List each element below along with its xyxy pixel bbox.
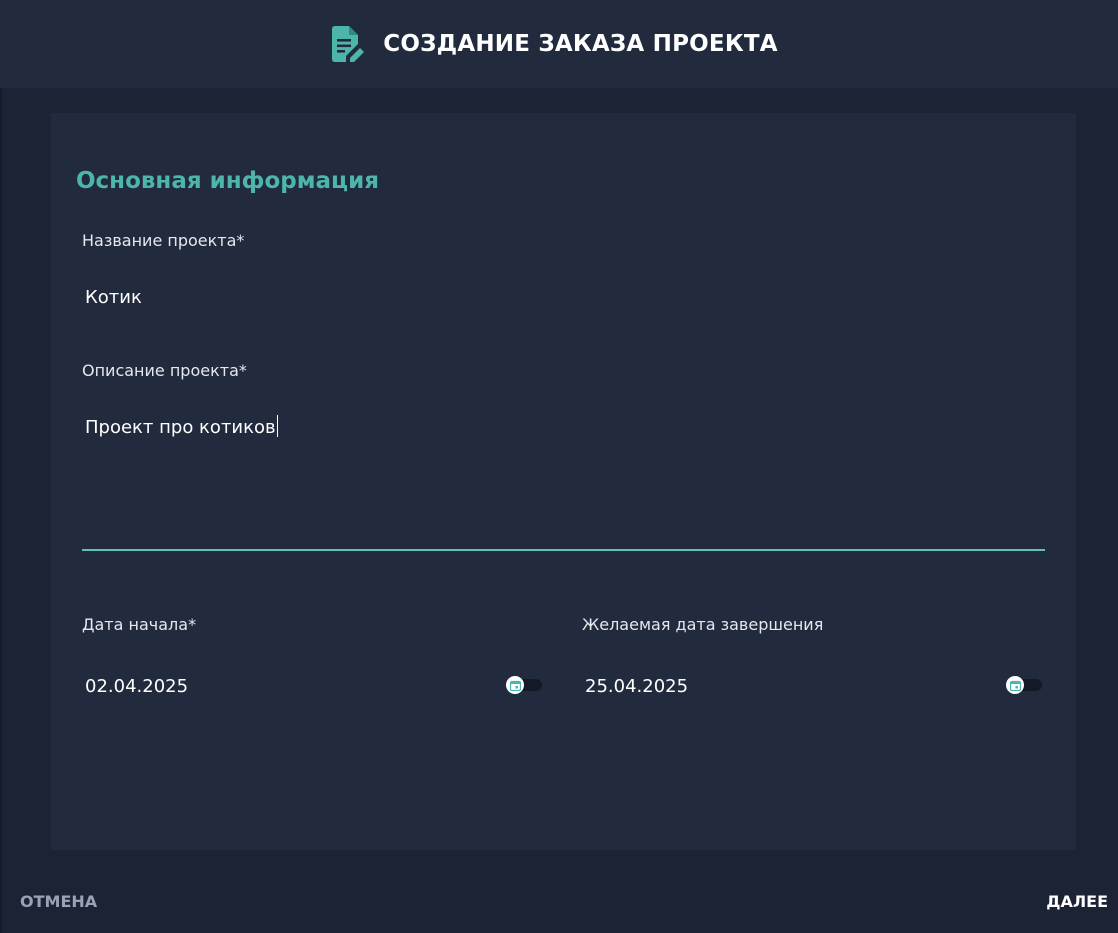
form-card: Основная информация Название проекта* Ко… — [51, 113, 1076, 850]
edit-document-icon — [331, 25, 365, 63]
project-description-text: Проект про котиков — [85, 417, 276, 438]
dialog-header: СОЗДАНИЕ ЗАКАЗА ПРОЕКТА — [0, 0, 1118, 88]
end-date-input[interactable]: 25.04.2025 — [585, 676, 688, 697]
start-date-picker-toggle[interactable] — [506, 676, 542, 694]
project-name-input[interactable]: Котик — [85, 287, 142, 308]
project-description-label: Описание проекта* — [82, 361, 247, 380]
text-caret — [276, 415, 278, 437]
description-focus-underline — [82, 549, 1045, 551]
header-title-group: СОЗДАНИЕ ЗАКАЗА ПРОЕКТА — [331, 25, 778, 63]
project-name-label: Название проекта* — [82, 231, 245, 250]
start-date-label: Дата начала* — [82, 615, 197, 634]
start-date-input[interactable]: 02.04.2025 — [85, 676, 188, 697]
calendar-icon — [1006, 676, 1024, 694]
project-description-textarea[interactable]: Проект про котиков — [85, 415, 1045, 545]
end-date-picker-toggle[interactable] — [1006, 676, 1042, 694]
window-edge — [0, 88, 2, 933]
cancel-button[interactable]: ОТМЕНА — [20, 892, 97, 911]
calendar-icon — [506, 676, 524, 694]
section-title: Основная информация — [76, 168, 379, 194]
next-button[interactable]: ДАЛЕЕ — [1046, 892, 1108, 911]
page-title: СОЗДАНИЕ ЗАКАЗА ПРОЕКТА — [383, 31, 778, 57]
end-date-label: Желаемая дата завершения — [582, 615, 824, 634]
